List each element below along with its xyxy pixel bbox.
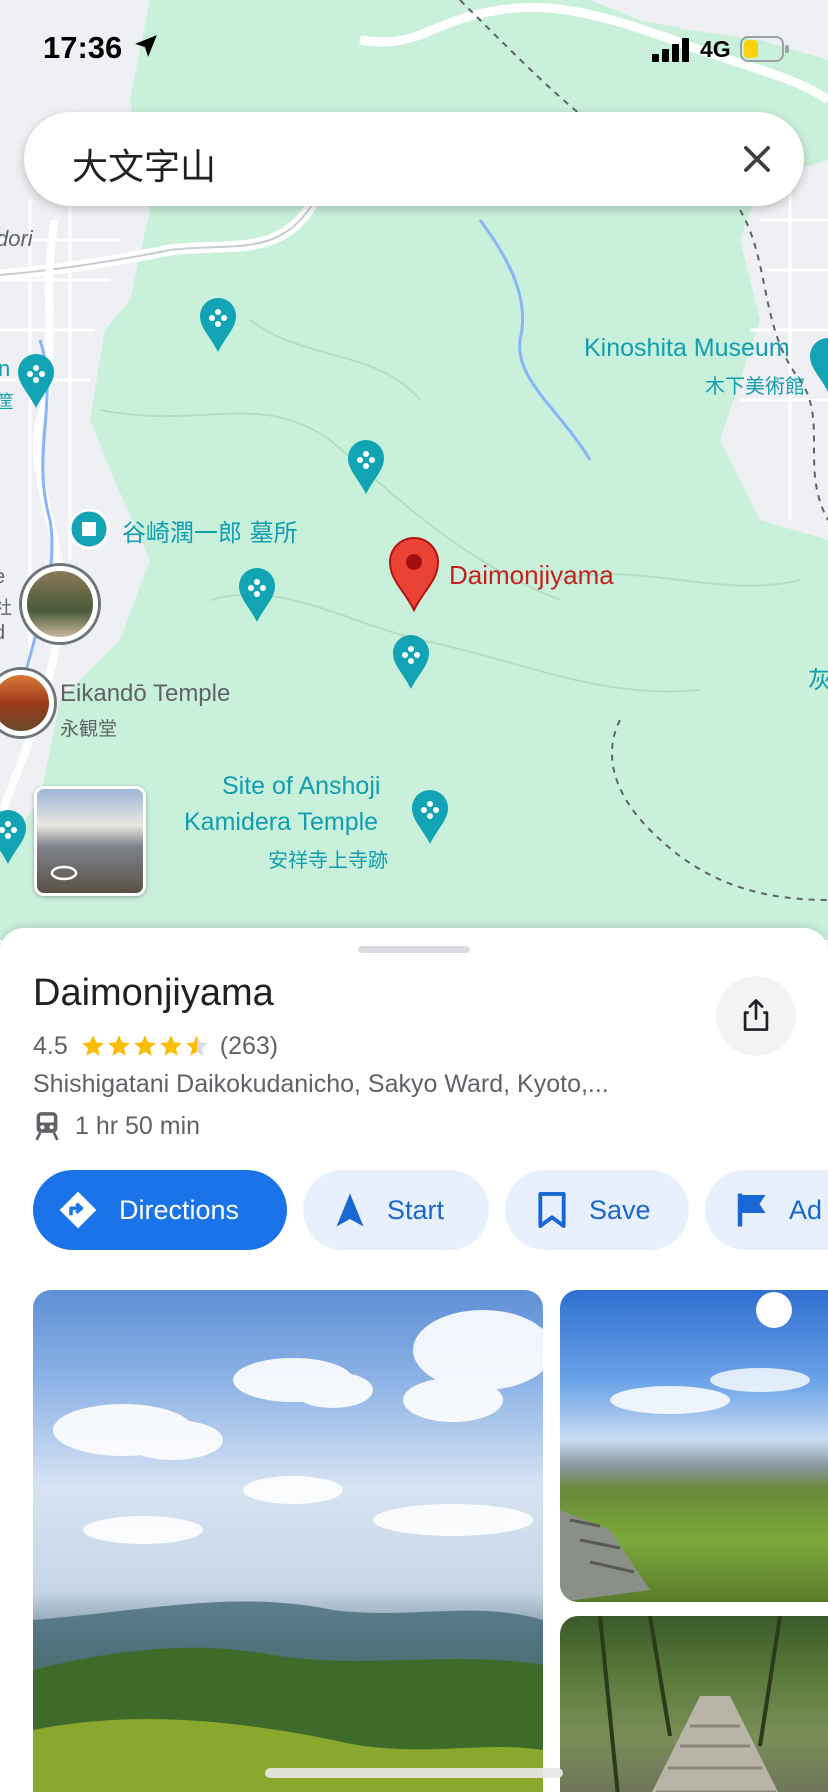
search-bar[interactable]: 大文字山 (24, 112, 804, 206)
anshoji-label-line1[interactable]: Site of Anshoji (222, 772, 380, 801)
kinoshita-museum-label-jp: 木下美術館 (705, 374, 805, 398)
clouds-and-hills (33, 1310, 543, 1792)
share-button[interactable] (716, 976, 796, 1056)
grave-marker-icon[interactable] (68, 508, 110, 550)
sun-and-steps (560, 1292, 810, 1602)
edge-label-left: 社 (0, 598, 12, 619)
place-address: Shishigatani Daikokudanicho, Sakyo Ward,… (33, 1070, 609, 1098)
directions-icon (55, 1189, 101, 1231)
directions-button[interactable]: Directions (33, 1170, 287, 1250)
share-icon (743, 999, 769, 1031)
transit-time: 1 hr 50 min (75, 1111, 201, 1140)
drag-handle[interactable] (358, 946, 470, 953)
forest-stairs (598, 1616, 782, 1792)
review-count[interactable]: (263) (220, 1032, 278, 1061)
rating-row[interactable]: 4.5 (263) (33, 1028, 278, 1064)
anshoji-label-jp: 安祥寺上寺跡 (268, 848, 388, 872)
battery-icon (740, 36, 789, 62)
place-title: Daimonjiyama (33, 972, 274, 1014)
anshoji-label-line2[interactable]: Kamidera Temple (184, 808, 378, 837)
edge-label-left: d (0, 622, 5, 645)
poi-pin[interactable] (346, 438, 386, 496)
poi-pin[interactable] (808, 336, 828, 394)
star-icon (159, 1035, 182, 1056)
home-indicator[interactable] (265, 1768, 563, 1778)
transit-info[interactable]: 1 hr 50 min (33, 1106, 200, 1146)
rating-value: 4.5 (33, 1031, 68, 1060)
bookmark-icon (535, 1191, 569, 1229)
search-query[interactable]: 大文字山 (72, 138, 216, 190)
road-label: dori (0, 226, 33, 251)
star-icon (133, 1035, 156, 1056)
eikando-label-jp: 永観堂 (60, 718, 118, 740)
navigation-arrow-icon (333, 1192, 367, 1228)
flag-icon (735, 1192, 769, 1228)
poi-pin[interactable] (16, 352, 56, 410)
poi-pin[interactable] (198, 296, 238, 354)
save-label: Save (589, 1194, 651, 1225)
street-view-thumbnail[interactable] (34, 786, 146, 896)
poi-pin[interactable] (391, 633, 431, 691)
edge-label-right: 灰 (808, 666, 828, 694)
place-bottom-sheet[interactable]: Daimonjiyama 4.5 (263) Shishigatani Daik… (0, 928, 828, 1792)
poi-pin[interactable] (237, 566, 277, 624)
location-arrow-icon (135, 35, 157, 57)
add-label-button[interactable]: Ad (705, 1170, 828, 1250)
edge-label-left: n (0, 356, 11, 381)
network-type: 4G (700, 36, 731, 62)
edge-label-left: e (0, 566, 5, 589)
close-icon[interactable] (738, 140, 776, 178)
start-label: Start (387, 1194, 445, 1225)
kinoshita-museum-label[interactable]: Kinoshita Museum (584, 334, 790, 363)
eikando-label[interactable]: Eikandō Temple (60, 680, 230, 708)
add-label-text: Ad (789, 1194, 823, 1225)
signal-icon (652, 38, 689, 62)
edge-label-left-jp: 筐 (0, 392, 14, 413)
selected-place-label[interactable]: Daimonjiyama (449, 560, 614, 591)
photo-marker-shrine[interactable] (22, 566, 98, 642)
photo-gallery[interactable] (0, 1290, 828, 1792)
star-icon (81, 1035, 104, 1056)
status-time: 17:36 (43, 30, 123, 65)
save-button[interactable]: Save (505, 1170, 689, 1250)
photo-hillside-path[interactable] (560, 1290, 828, 1602)
directions-label: Directions (119, 1194, 240, 1225)
status-bar: 17:36 4G (0, 0, 828, 100)
train-icon (35, 1112, 59, 1141)
half-star-icon (185, 1035, 208, 1056)
tanizaki-grave-label[interactable]: 谷崎潤一郎 墓所 (122, 513, 298, 548)
poi-pin[interactable] (0, 808, 28, 866)
photo-main-view[interactable] (33, 1290, 543, 1792)
poi-pin[interactable] (410, 788, 450, 846)
star-icon (107, 1035, 130, 1056)
start-button[interactable]: Start (303, 1170, 489, 1250)
action-buttons: Directions Start Save Ad (33, 1170, 828, 1250)
360-icon (50, 865, 78, 881)
rating-stars (80, 1033, 210, 1059)
photo-forest-stairs[interactable] (560, 1616, 828, 1792)
selected-place-pin[interactable] (388, 536, 440, 612)
